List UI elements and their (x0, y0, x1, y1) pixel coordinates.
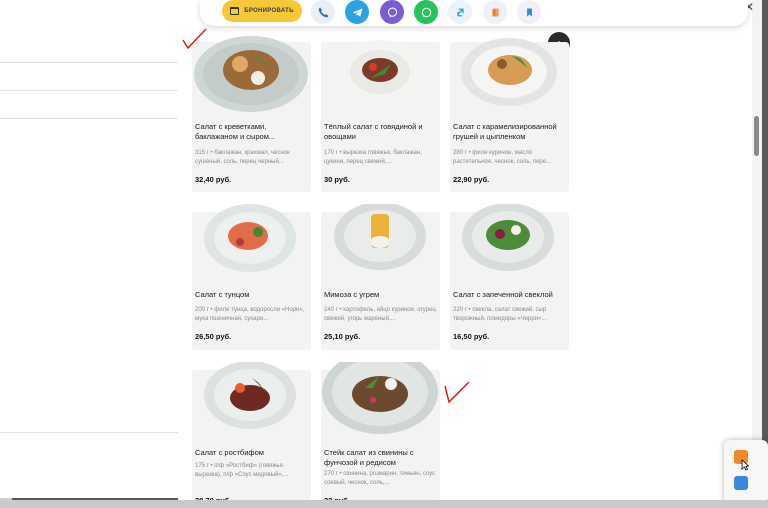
dish-description: 315 г • баклажан, крахмал, чеснок сушены… (195, 150, 290, 165)
dish-name: Салат с ростбифом (195, 448, 264, 457)
dish-description: 200 г • филе тунца, водоросли «Нори», му… (195, 307, 305, 322)
dish-card[interactable]: Салат с тунцом 200 г • филе тунца, водор… (192, 204, 311, 350)
dish-name: Тёплый салат с говядиной и овощами (324, 122, 423, 141)
bookmark-icon[interactable] (517, 0, 541, 24)
dish-description: 280 г • филе куриное, масло растительное… (453, 150, 552, 165)
mouse-cursor-icon (741, 459, 749, 471)
menu-book-icon[interactable] (483, 0, 507, 24)
dish-name: Стейк салат из свинины с фунчозой и реди… (324, 448, 414, 467)
book-button-label: БРОНИРОВАТЬ (244, 8, 294, 14)
viber-icon[interactable] (380, 0, 404, 24)
dish-description: 175 г • п/ф «Ростбиф» (говяжья вырезка),… (195, 463, 289, 478)
dish-name: Мимоза с угрем (324, 290, 380, 299)
dish-card[interactable]: Салат с креветками, баклажаном и сыром..… (192, 36, 311, 192)
dish-image (322, 362, 438, 434)
background-window-right (580, 0, 756, 504)
dish-card[interactable]: Салат с запеченной свеклой 220 г • свекл… (450, 204, 569, 350)
floating-taskbar-panel (724, 440, 768, 504)
red-checkmark (444, 381, 470, 404)
phone-icon[interactable] (311, 0, 335, 24)
book-button[interactable]: БРОНИРОВАТЬ (222, 0, 302, 22)
taskbar (0, 500, 768, 508)
dish-description: 270 г • свинина, розмарин, тимьян, соус … (324, 471, 436, 486)
red-checkmark (182, 28, 207, 50)
dish-price: 30 руб. (324, 175, 350, 184)
dish-price: 26,50 руб. (195, 332, 232, 341)
dish-image (462, 204, 554, 271)
dish-image (338, 40, 422, 104)
background-window (0, 0, 179, 498)
dish-image (204, 204, 296, 272)
dish-image (204, 362, 296, 429)
dish-price: 32,40 руб. (195, 175, 232, 184)
dish-name: Салат с запеченной свеклой (453, 290, 553, 299)
dish-name: Салат с карамелизированной грушей и цыпл… (453, 122, 557, 141)
dish-card[interactable]: Мимоза с угрем 240 г • картофель, яйцо к… (321, 204, 440, 350)
dish-image (334, 204, 426, 270)
dish-name: Салат с тунцом (195, 290, 250, 299)
telegram-icon[interactable] (345, 0, 369, 24)
dish-card[interactable]: Тёплый салат с говядиной и овощами 170 г… (321, 40, 440, 192)
dish-card[interactable]: Салат с ростбифом 175 г • п/ф «Ростбиф» … (192, 362, 311, 505)
dish-card[interactable]: Стейк салат из свинины с фунчозой и реди… (321, 362, 440, 505)
dish-name: Салат с креветками, баклажаном и сыром..… (195, 122, 276, 141)
calendar-icon (230, 7, 240, 15)
dish-image (461, 38, 557, 106)
dish-card[interactable]: Салат с карамелизированной грушей и цыпл… (450, 38, 569, 192)
scrollbar-thumb[interactable] (754, 116, 759, 156)
dish-description: 240 г • картофель, яйцо куриное, огурец … (324, 307, 436, 322)
dish-description: 170 г • вырезка говяжья, баклажан, цукин… (324, 150, 422, 165)
link-icon[interactable] (448, 0, 472, 24)
whatsapp-icon[interactable] (414, 0, 438, 24)
dish-price: 16,50 руб. (453, 332, 490, 341)
dish-description: 220 г • свекла, салат свежий, сыр творож… (453, 307, 547, 322)
dish-price: 25,10 руб. (324, 332, 361, 341)
app-icon[interactable] (734, 476, 748, 490)
scrollbar[interactable] (752, 0, 762, 504)
dish-price: 22,90 руб. (453, 175, 490, 184)
